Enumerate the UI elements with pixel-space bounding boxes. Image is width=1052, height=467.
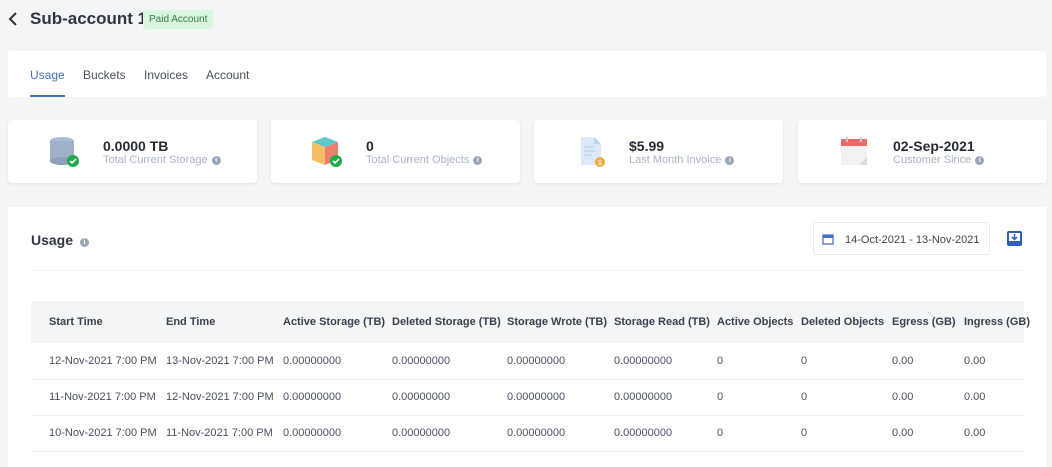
table-cell: 0 — [801, 343, 892, 380]
table-cell: 0.00000000 — [614, 343, 717, 380]
table-cell: 0 — [717, 379, 801, 416]
usage-table: Start Time End Time Active Storage (TB) … — [31, 301, 1030, 452]
info-icon[interactable]: i — [211, 156, 221, 165]
table-cell: 0.00000000 — [507, 415, 614, 452]
date-range-picker[interactable]: 14-Oct-2021 - 13-Nov-2021 — [813, 222, 990, 255]
table-cell: 12-Nov-2021 7:00 PM — [166, 379, 283, 416]
table-cell: 13-Nov-2021 7:00 PM — [166, 343, 283, 380]
table-cell: 0.00 — [964, 415, 1024, 452]
column-header[interactable]: Storage Read (TB) — [614, 301, 717, 343]
table-cell: 11-Nov-2021 7:00 PM — [166, 415, 283, 452]
info-icon[interactable]: i — [725, 156, 735, 165]
column-header[interactable]: Egress (GB) — [892, 301, 964, 343]
info-icon[interactable]: i — [80, 238, 90, 247]
stat-label: Last Month Invoice — [629, 154, 722, 166]
stat-card-invoice: $ $5.99 Last Month Invoice i — [534, 120, 783, 183]
table-cell: 0.00 — [964, 343, 1024, 380]
svg-text:$: $ — [598, 160, 602, 167]
tab-account[interactable]: Account — [206, 68, 249, 82]
table-cell: 0.00000000 — [507, 343, 614, 380]
table-cell: 0.00 — [892, 379, 964, 416]
column-header[interactable]: End Time — [166, 301, 283, 343]
table-cell: 0.00 — [964, 379, 1024, 416]
stat-value: 0.0000 TB — [103, 138, 169, 154]
stat-card-customer-since: 02-Sep-2021 Customer Since i — [798, 120, 1047, 183]
cube-icon — [312, 137, 342, 167]
table-cell: 0.00 — [892, 415, 964, 452]
tab-usage[interactable]: Usage — [30, 68, 65, 97]
usage-title: Usage — [31, 232, 74, 248]
table-header-row: Start Time End Time Active Storage (TB) … — [31, 301, 1030, 343]
tab-invoices[interactable]: Invoices — [144, 68, 188, 82]
table-cell: 0.00000000 — [507, 379, 614, 416]
tab-buckets[interactable]: Buckets — [83, 68, 126, 82]
table-cell: 12-Nov-2021 7:00 PM — [31, 343, 166, 380]
table-cell: 0 — [717, 343, 801, 380]
calendar-icon — [841, 137, 867, 165]
database-icon — [50, 137, 79, 167]
stat-label: Customer Since — [893, 154, 972, 166]
table-cell: 0.00000000 — [392, 415, 507, 452]
table-cell: 0 — [801, 379, 892, 416]
account-status-badge: Paid Account — [143, 10, 214, 29]
back-arrow-icon[interactable] — [6, 10, 20, 28]
column-header[interactable]: Active Storage (TB) — [283, 301, 392, 343]
info-icon[interactable]: i — [473, 156, 483, 165]
column-header[interactable]: Active Objects — [717, 301, 801, 343]
table-cell: 0.00000000 — [283, 343, 392, 380]
column-header[interactable]: Deleted Storage (TB) — [392, 301, 507, 343]
table-cell: 10-Nov-2021 7:00 PM — [31, 415, 166, 452]
stat-card-objects: 0 Total Current Objects i — [271, 120, 520, 183]
stat-value: $5.99 — [629, 138, 665, 154]
table-cell: 0.00000000 — [283, 415, 392, 452]
stat-card-storage: 0.0000 TB Total Current Storage i — [8, 120, 257, 183]
stat-value: 02-Sep-2021 — [893, 138, 975, 154]
table-cell: 0 — [717, 415, 801, 452]
column-header[interactable]: Deleted Objects — [801, 301, 892, 343]
invoice-icon: $ — [581, 137, 605, 167]
stat-value: 0 — [366, 138, 374, 154]
table-cell: 0.00000000 — [614, 379, 717, 416]
table-row: 11-Nov-2021 7:00 PM 12-Nov-2021 7:00 PM 0.… — [31, 379, 1024, 416]
column-header[interactable]: Storage Wrote (TB) — [507, 301, 614, 343]
table-cell: 0.00000000 — [392, 379, 507, 416]
table-row: 12-Nov-2021 7:00 PM 13-Nov-2021 7:00 PM 0.… — [31, 343, 1024, 380]
table-cell: 0 — [801, 415, 892, 452]
table-cell: 0.00 — [892, 343, 964, 380]
column-header[interactable]: Ingress (GB) — [964, 301, 1030, 343]
calendar-icon — [822, 234, 834, 245]
table-cell: 0.00000000 — [392, 343, 507, 380]
divider — [31, 270, 1024, 271]
table-row: 10-Nov-2021 7:00 PM 11-Nov-2021 7:00 PM 0.… — [31, 415, 1024, 452]
stat-label: Total Current Objects — [366, 154, 470, 166]
table-cell: 11-Nov-2021 7:00 PM — [31, 379, 166, 416]
date-range-value: 14-Oct-2021 - 13-Nov-2021 — [845, 234, 980, 246]
download-icon[interactable] — [1007, 231, 1022, 246]
stat-label: Total Current Storage — [103, 154, 208, 166]
tab-bar: Usage Buckets Invoices Account — [8, 51, 1046, 97]
column-header[interactable]: Start Time — [31, 301, 166, 343]
info-icon[interactable]: i — [975, 156, 985, 165]
table-cell: 0.00000000 — [614, 415, 717, 452]
table-cell: 0.00000000 — [283, 379, 392, 416]
